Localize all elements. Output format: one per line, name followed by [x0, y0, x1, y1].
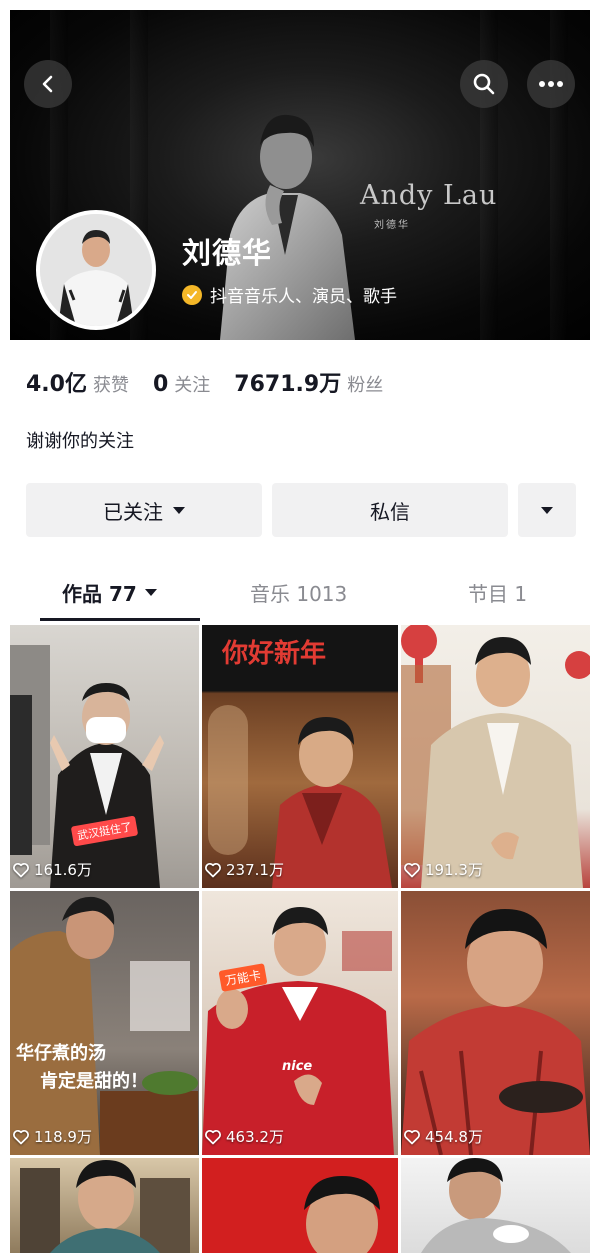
search-button[interactable]: [460, 60, 508, 108]
video-caption: 肯定是甜的！: [40, 1071, 148, 1092]
profile-bio: 谢谢你的关注: [26, 431, 134, 452]
brand-logo: Andy Lau 刘德华: [360, 180, 498, 231]
video-likes: 237.1万: [204, 859, 284, 880]
more-button[interactable]: [527, 60, 575, 108]
video-thumbnail[interactable]: 华仔煮的汤 肯定是甜的！ 118.9万: [10, 891, 199, 1155]
followers-label[interactable]: 粉丝: [347, 371, 383, 397]
triangle-down-icon: [173, 506, 185, 514]
video-likes-count: 161.6万: [34, 861, 92, 879]
video-thumbnail[interactable]: [401, 1158, 590, 1253]
video-thumbnail-image: [304, 1176, 380, 1253]
video-caption: nice: [282, 1059, 313, 1074]
video-thumbnail-image: [10, 896, 198, 1155]
followed-button[interactable]: 已关注: [26, 483, 262, 537]
profile-name: 刘德华: [182, 236, 273, 270]
video-caption: 华仔煮的汤: [16, 1043, 106, 1064]
tab-music[interactable]: 音乐 1013: [250, 578, 347, 607]
video-thumbnail[interactable]: 你好新年 237.1万: [202, 625, 398, 888]
triangle-down-icon: [144, 589, 157, 596]
message-label: 私信: [370, 499, 410, 524]
more-actions-button[interactable]: [518, 483, 576, 537]
video-grid: 武汉挺住了 161.6万 你好新年 237.1万 191.3万 华仔煮的汤 肯定…: [10, 625, 590, 1253]
heart-outline-icon: [205, 1129, 221, 1144]
video-likes: 118.9万: [12, 1126, 92, 1147]
video-likes: 191.3万: [403, 859, 483, 880]
avatar[interactable]: [36, 210, 156, 330]
video-thumbnail-image: [20, 1160, 190, 1253]
heart-outline-icon: [205, 862, 221, 877]
content-tabs: 作品 77 音乐 1013 节目 1: [0, 572, 600, 622]
video-thumbnail[interactable]: 万能卡 nice 463.2万: [202, 891, 398, 1155]
avatar-photo: [40, 214, 152, 326]
video-likes-count: 118.9万: [34, 1128, 92, 1146]
followers-count[interactable]: 7671.9万: [234, 366, 341, 398]
tab-shows-label: 节目 1: [468, 582, 528, 606]
video-thumbnail[interactable]: [202, 1158, 398, 1253]
active-tab-indicator: [40, 618, 200, 621]
tab-works[interactable]: 作品 77: [62, 578, 157, 607]
back-button[interactable]: [24, 60, 72, 108]
video-likes-count: 454.8万: [425, 1128, 483, 1146]
following-count[interactable]: 0: [153, 372, 168, 397]
message-button[interactable]: 私信: [272, 483, 508, 537]
video-likes: 161.6万: [12, 859, 92, 880]
likes-label: 获赞: [92, 375, 129, 396]
more-dots-icon: [539, 81, 563, 87]
video-caption: 你好新年: [222, 639, 327, 669]
heart-outline-icon: [13, 862, 29, 877]
triangle-down-icon: [541, 506, 553, 514]
video-thumbnail-image: [421, 1158, 571, 1253]
video-thumbnail[interactable]: [10, 1158, 199, 1253]
video-likes: 463.2万: [204, 1126, 284, 1147]
video-likes-count: 237.1万: [226, 861, 284, 879]
video-likes: 454.8万: [403, 1126, 483, 1147]
video-likes-count: 463.2万: [226, 1128, 284, 1146]
heart-outline-icon: [404, 862, 420, 877]
profile-stats: 4.0亿 获赞 0 关注 7671.9万 粉丝: [26, 366, 407, 398]
video-thumbnail-image: [202, 907, 394, 1155]
video-thumbnail[interactable]: 454.8万: [401, 891, 590, 1155]
likes-count: 4.0亿: [26, 372, 87, 397]
following-label[interactable]: 关注: [174, 371, 210, 397]
profile-banner: Andy Lau 刘德华 刘德华 抖音音乐人、演员、歌手: [10, 10, 590, 340]
video-thumbnail[interactable]: 武汉挺住了 161.6万: [10, 625, 199, 888]
video-thumbnail-image: [401, 909, 590, 1155]
heart-outline-icon: [404, 1129, 420, 1144]
chevron-left-icon: [42, 75, 53, 93]
video-thumbnail-image: [401, 625, 590, 888]
video-likes-count: 191.3万: [425, 861, 483, 879]
heart-outline-icon: [13, 1129, 29, 1144]
tab-works-label: 作品 77: [62, 582, 137, 606]
followed-label: 已关注: [103, 499, 163, 524]
tab-shows[interactable]: 节目 1: [468, 578, 527, 607]
verification-row: 抖音音乐人、演员、歌手: [182, 282, 397, 307]
video-thumbnail[interactable]: 191.3万: [401, 625, 590, 888]
verified-badge-icon: [182, 284, 202, 305]
tab-music-label: 音乐 1013: [250, 582, 348, 606]
search-icon: [473, 73, 495, 95]
verification-text: 抖音音乐人、演员、歌手: [210, 287, 397, 307]
video-thumbnail-image: [10, 645, 164, 888]
